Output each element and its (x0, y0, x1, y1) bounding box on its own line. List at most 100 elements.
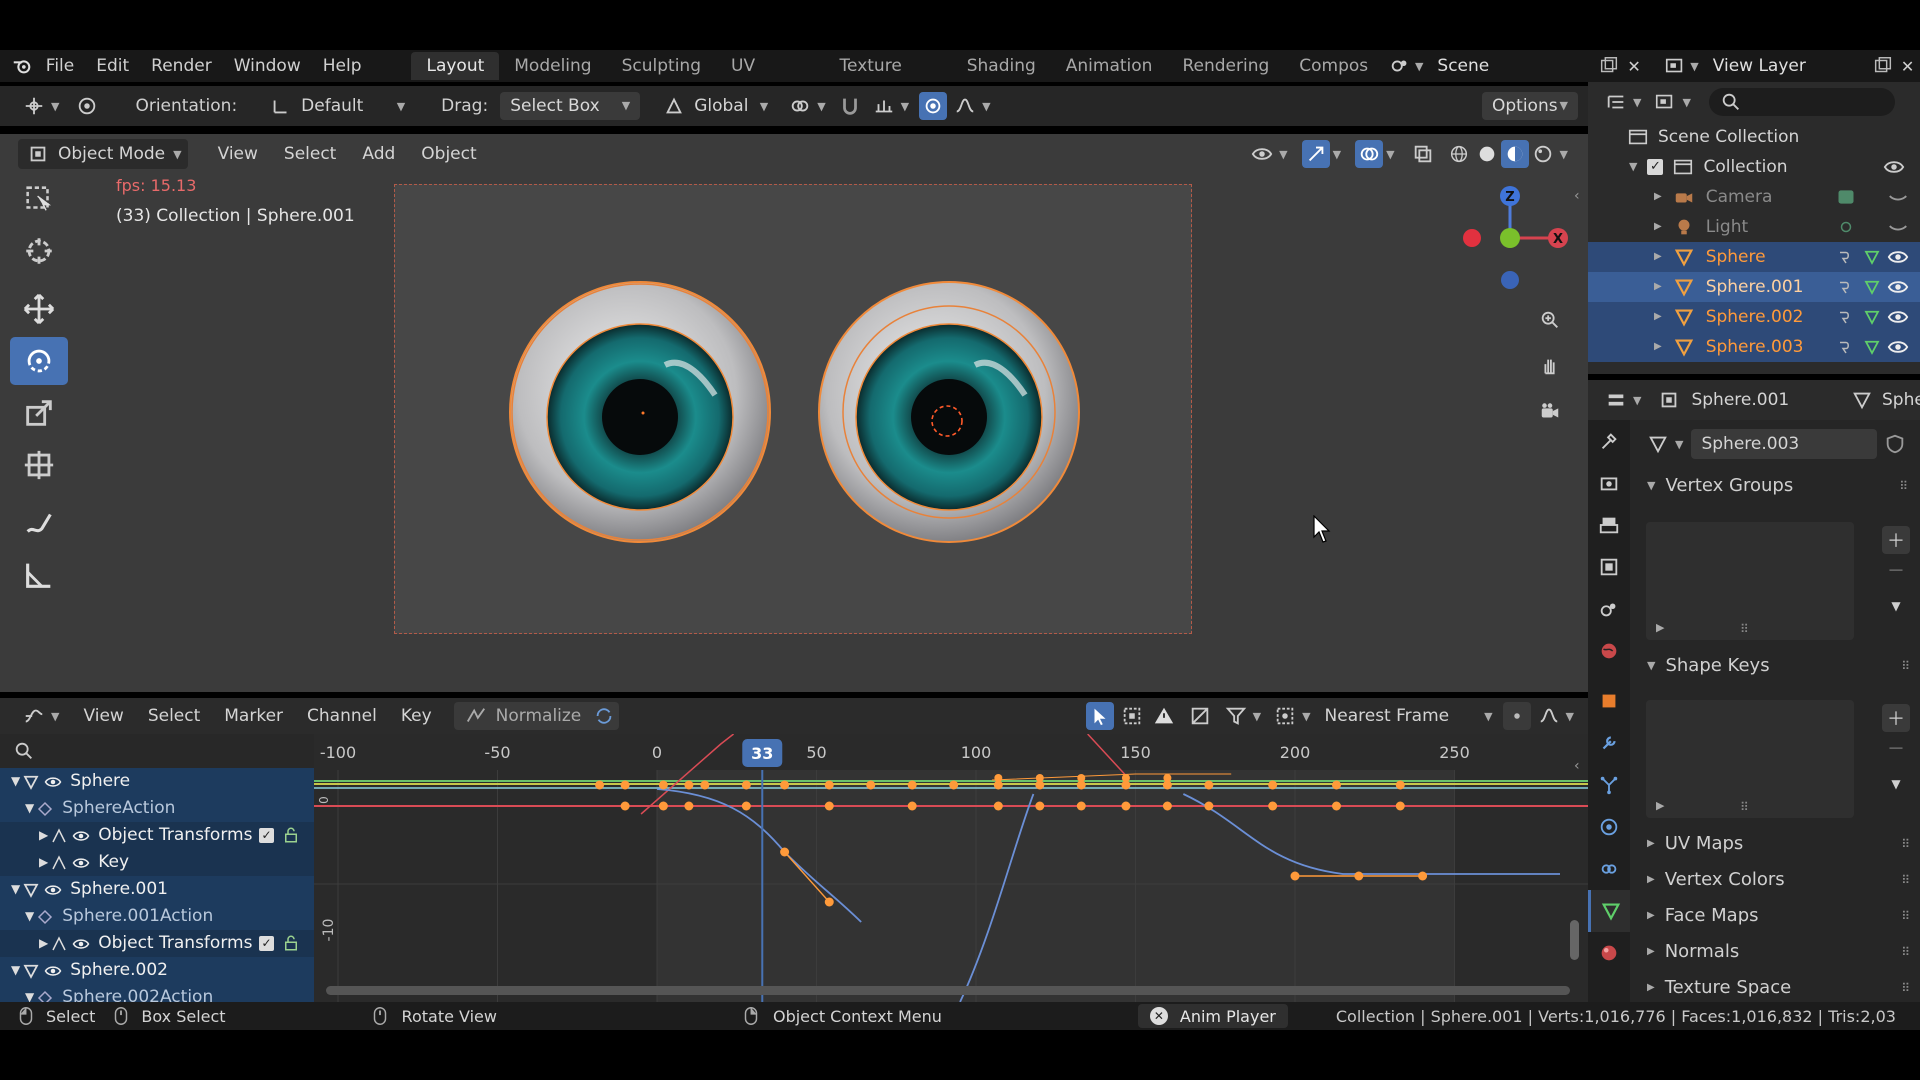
only-selected-icon[interactable] (1085, 702, 1114, 730)
drag-handle-icon[interactable]: ⠿ (1899, 468, 1908, 504)
channel-row[interactable]: ▶ Object Transforms ✓ (0, 822, 314, 849)
tab-tool[interactable] (1588, 420, 1630, 462)
tab-mesh-data[interactable] (1588, 890, 1630, 932)
shape-key-specials-icon[interactable]: ▼ (1882, 770, 1910, 798)
channel-row[interactable]: ▶ Object Transforms ✓ (0, 930, 314, 957)
graph-menu-channel[interactable]: Channel (307, 706, 377, 726)
expand-arrow-icon[interactable]: ▶ (1654, 332, 1662, 362)
outliner-scene-collection[interactable]: Scene Collection (1588, 122, 1920, 152)
menu-render[interactable]: Render (140, 50, 223, 82)
camera-view-icon[interactable] (1536, 398, 1564, 426)
action-link-icon[interactable] (1832, 333, 1860, 361)
tab-rendering[interactable]: Rendering (1167, 52, 1284, 80)
expand-arrow-icon[interactable]: ▶ (39, 849, 48, 876)
tab-layout[interactable]: Layout (411, 52, 500, 80)
xray-icon[interactable] (1409, 140, 1437, 168)
mesh-data-icon[interactable] (1858, 273, 1886, 301)
vertex-colors-panel-header[interactable]: ▶ Vertex Colors ⠿ (1644, 862, 1914, 898)
expand-arrow-icon[interactable]: ▶ (1654, 212, 1662, 242)
menu-file[interactable]: File (35, 50, 85, 82)
eye-icon[interactable] (1880, 153, 1908, 181)
scene-name-field[interactable]: Scene (1437, 56, 1596, 76)
outliner-collection[interactable]: ▼ ✓ Collection (1588, 152, 1920, 182)
expand-arrow-icon[interactable]: ▶ (39, 930, 48, 957)
expand-arrow-icon[interactable]: ▼ (11, 876, 20, 903)
eye-closed-icon[interactable] (1884, 213, 1912, 241)
eye-icon[interactable] (1884, 333, 1912, 361)
expand-arrow-icon[interactable]: ▼ (11, 957, 20, 984)
eye-icon[interactable] (70, 822, 92, 849)
channel-search[interactable] (0, 734, 314, 768)
move-tool[interactable] (10, 285, 68, 333)
tab-sculpting[interactable]: Sculpting (607, 52, 716, 80)
graph-menu-select[interactable]: Select (148, 706, 200, 726)
normals-panel-header[interactable]: ▶ Normals ⠿ (1644, 934, 1914, 970)
pivot-icon[interactable] (1271, 702, 1299, 730)
light-data-icon[interactable] (1832, 213, 1860, 241)
view-layer-icon[interactable] (1662, 52, 1687, 80)
tab-object[interactable] (1588, 680, 1630, 722)
tab-world[interactable] (1588, 630, 1630, 672)
outliner-item-sphere-002[interactable]: ▶ Sphere.002 (1588, 302, 1920, 332)
new-view-layer-icon[interactable] (1870, 52, 1895, 80)
tab-output[interactable] (1588, 504, 1630, 546)
channel-row[interactable]: ▼ Sphere.001 (0, 876, 314, 903)
measure-tool[interactable] (10, 551, 68, 599)
select-box-tool[interactable] (10, 175, 68, 223)
expand-arrow-icon[interactable]: ▼ (25, 903, 34, 930)
action-link-icon[interactable] (1832, 303, 1860, 331)
expand-arrow-icon[interactable]: ▼ (1629, 152, 1637, 182)
mesh-browse-icon[interactable] (1644, 430, 1672, 458)
outliner-type-icon[interactable] (1602, 88, 1630, 116)
expand-arrow-icon[interactable]: ▶ (1654, 272, 1662, 302)
tab-shading[interactable]: Shading (952, 52, 1051, 80)
anim-player-job[interactable]: ✕ Anim Player (1137, 1004, 1288, 1028)
left-eye[interactable] (509, 281, 771, 543)
channel-mute-checkbox[interactable]: ✓ (259, 936, 274, 951)
graph-menu-key[interactable]: Key (401, 706, 432, 726)
texture-space-panel-header[interactable]: ▶ Texture Space ⠿ (1644, 970, 1914, 1006)
display-mode-icon[interactable] (1651, 88, 1679, 116)
tab-compositing[interactable]: Compos (1284, 52, 1383, 80)
tab-modeling[interactable]: Modeling (499, 52, 606, 80)
shape-keys-panel-header[interactable]: ▼ Shape Keys ⠿ (1644, 648, 1914, 684)
falloff-curve-icon[interactable] (1535, 702, 1563, 730)
list-expand-icon[interactable]: ▶ (1656, 799, 1664, 812)
outliner-item-camera[interactable]: ▶ Camera (1588, 182, 1920, 212)
only-errors-icon[interactable] (1150, 702, 1178, 730)
lock-icon[interactable] (282, 930, 300, 957)
vertical-scrollbar[interactable] (1570, 920, 1579, 960)
eye-icon[interactable] (42, 768, 64, 795)
snap-icon[interactable] (836, 92, 864, 120)
shape-keys-list[interactable]: ▶ ⠿ (1646, 700, 1854, 818)
tab-constraints[interactable] (1588, 848, 1630, 890)
horizontal-scrollbar[interactable] (326, 986, 1570, 995)
expand-arrow-icon[interactable]: ▼ (11, 768, 20, 795)
filter-icon[interactable] (1222, 702, 1250, 730)
viewport-menu-select[interactable]: Select (284, 144, 336, 164)
proportional-edit-icon[interactable] (919, 92, 948, 120)
uv-maps-panel-header[interactable]: ▶ UV Maps ⠿ (1644, 826, 1914, 862)
scale-tool[interactable] (10, 389, 68, 437)
expand-arrow-icon[interactable]: ▶ (1654, 242, 1662, 272)
menu-window[interactable]: Window (223, 50, 312, 82)
channel-row[interactable]: ▼ Sphere.002 (0, 957, 314, 984)
outliner-item-sphere[interactable]: ▶ Sphere (1588, 242, 1920, 272)
outliner-item-sphere-003[interactable]: ▶ Sphere.003 (1588, 332, 1920, 362)
sidebar-toggle-icon[interactable]: ‹ (1574, 188, 1580, 204)
tab-modifiers[interactable] (1588, 722, 1630, 764)
fake-user-shield-icon[interactable] (1881, 430, 1909, 458)
menu-help[interactable]: Help (312, 50, 373, 82)
zoom-icon[interactable] (1536, 306, 1564, 334)
tab-uv-editing[interactable]: UV Editing (716, 52, 825, 104)
properties-type-icon[interactable] (1602, 386, 1630, 414)
outliner-item-light[interactable]: ▶ Light (1588, 212, 1920, 242)
expand-arrow-icon[interactable]: ▶ (1654, 182, 1662, 212)
eye-icon[interactable] (42, 876, 64, 903)
rotate-tool[interactable] (10, 337, 68, 385)
outliner-search-input[interactable] (1708, 88, 1895, 116)
eye-icon[interactable] (1884, 243, 1912, 271)
tab-physics[interactable] (1588, 806, 1630, 848)
drag-handle-icon[interactable]: ⠿ (1901, 934, 1910, 970)
mesh-data-icon[interactable] (1858, 303, 1886, 331)
